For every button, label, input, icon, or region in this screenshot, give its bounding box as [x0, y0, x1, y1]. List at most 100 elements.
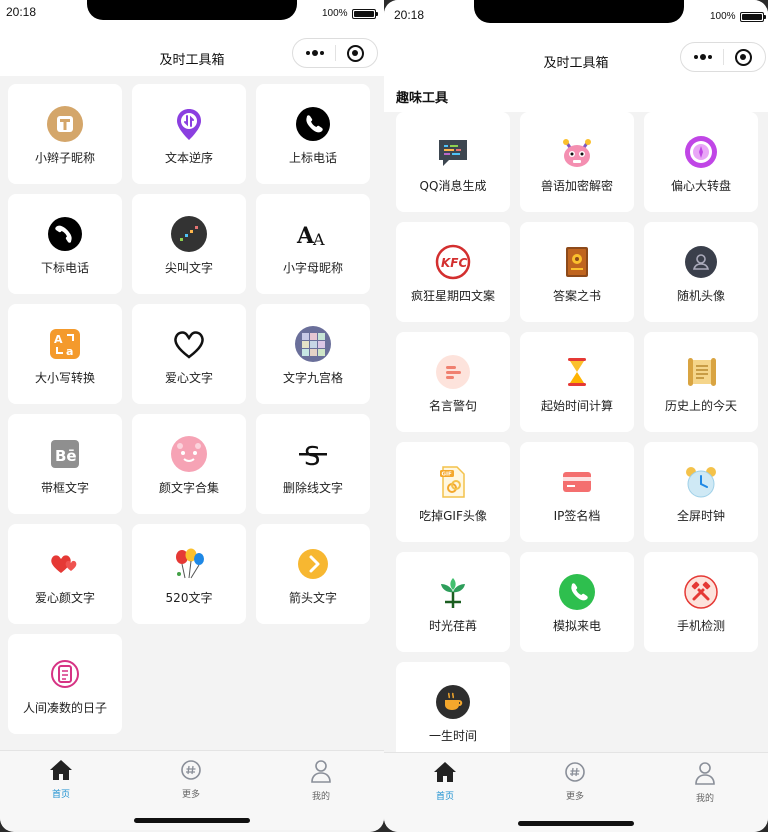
close-target-button[interactable]: [346, 44, 364, 62]
tool-card[interactable]: 历史上的今天: [644, 332, 758, 432]
tool-label: 兽语加密解密: [540, 179, 613, 193]
tab-label: 首页: [435, 792, 454, 802]
tool-label: 上标电话: [288, 151, 337, 165]
tool-card[interactable]: 箭头文字: [256, 524, 370, 624]
status-bar: 20:18 100%: [384, 0, 768, 30]
tool-card[interactable]: QQ消息生成: [396, 112, 510, 212]
svg-text:A: A: [312, 230, 325, 249]
tool-grid: QQ消息生成 兽语加密解密 偏心大转盘 KFC 疯狂星期四文案 答案之书 随机头像名言警句 起…: [384, 112, 768, 762]
incoming-call-icon: [559, 574, 595, 610]
tool-label: 模拟来电: [552, 619, 601, 633]
phone-screen-home: 20:18 100% 及时工具箱 小辫子昵称 文本逆序 上标电话 下标电话 尖叫文字 A A…: [0, 0, 384, 832]
tool-card[interactable]: 颜文字合集: [132, 414, 246, 514]
tool-card[interactable]: 随机头像: [644, 222, 758, 322]
more-dots-button[interactable]: [694, 54, 713, 60]
tool-label: 历史上的今天: [664, 399, 737, 413]
battery-icon: [739, 11, 766, 22]
tool-card[interactable]: 名言警句: [396, 332, 510, 432]
gif-file-icon: GIF: [435, 464, 471, 500]
heart-outline-icon: [171, 326, 207, 362]
tool-card[interactable]: 文本逆序: [132, 84, 246, 184]
battery-percent: 100%: [322, 8, 348, 19]
tool-card[interactable]: 小辫子昵称: [8, 84, 122, 184]
tool-grid-area: 趣味工具 QQ消息生成 兽语加密解密 偏心大转盘 KFC 疯狂星期四文案 答案之书 随机头像…: [384, 78, 768, 762]
phone-screen-fun-tools: 20:18 100% 及时工具箱 趣味工具 QQ消息生成 兽语加密解密 偏心大转盘 K…: [384, 0, 768, 832]
tool-card[interactable]: 起始时间计算: [520, 332, 634, 432]
tab-home[interactable]: 首页: [400, 761, 490, 802]
svg-text:S: S: [304, 442, 321, 472]
avatar-icon: [683, 244, 719, 280]
close-target-button[interactable]: [734, 48, 752, 66]
tool-card[interactable]: 爱心文字: [132, 304, 246, 404]
book-icon: [559, 244, 595, 280]
quote-lines-icon: [435, 354, 471, 390]
svg-text:KFC: KFC: [441, 256, 467, 270]
tool-label: 全屏时钟: [676, 509, 725, 523]
small-letters-icon: AA: [295, 216, 331, 252]
tool-card[interactable]: 上标电话: [256, 84, 370, 184]
more-dots-button[interactable]: [306, 50, 325, 56]
tool-card[interactable]: 爱心颜文字: [8, 524, 122, 624]
svg-text:a: a: [66, 345, 73, 358]
T-badge-icon: [47, 106, 83, 142]
tab-profile[interactable]: 我的: [660, 761, 750, 804]
home-icon: [49, 759, 73, 785]
tab-more[interactable]: 更多: [530, 761, 620, 802]
tab-bar: 首页 更多 我的: [384, 752, 768, 832]
tool-card[interactable]: 答案之书: [520, 222, 634, 322]
reverse-pin-icon: [171, 106, 207, 142]
scroll-icon: [683, 354, 719, 390]
tab-more[interactable]: 更多: [146, 759, 236, 800]
tool-label: 文本逆序: [164, 151, 213, 165]
beast-face-icon: [559, 134, 595, 170]
kaomoji-icon: [171, 436, 207, 472]
tool-label: 吃掉GIF头像: [419, 509, 487, 523]
tool-label: 颜文字合集: [158, 481, 219, 495]
tool-card[interactable]: 时光荏苒: [396, 552, 510, 652]
tool-label: 带框文字: [40, 481, 89, 495]
tool-card[interactable]: GIF 吃掉GIF头像: [396, 442, 510, 542]
tool-card[interactable]: Aa 大小写转换: [8, 304, 122, 404]
tool-label: 爱心颜文字: [34, 591, 95, 605]
home-icon: [433, 761, 457, 787]
home-indicator: [134, 818, 250, 823]
tool-label: 时光荏苒: [428, 619, 477, 633]
tool-label: 大小写转换: [34, 371, 95, 385]
tool-label: 一生时间: [428, 729, 477, 743]
tab-profile[interactable]: 我的: [276, 759, 366, 802]
tool-label: 手机检测: [676, 619, 725, 633]
tools-icon: [683, 574, 719, 610]
tool-card[interactable]: 全屏时钟: [644, 442, 758, 542]
tab-home[interactable]: 首页: [16, 759, 106, 800]
hourglass-icon: [559, 354, 595, 390]
tool-card[interactable]: 520文字: [132, 524, 246, 624]
tool-card[interactable]: 偏心大转盘: [644, 112, 758, 212]
tool-label: 小辫子昵称: [34, 151, 95, 165]
tool-card[interactable]: 人间凑数的日子: [8, 634, 122, 734]
shout-text-icon: [171, 216, 207, 252]
tool-card[interactable]: 下标电话: [8, 194, 122, 294]
tool-card[interactable]: A A 小字母昵称: [256, 194, 370, 294]
tool-label: 小字母昵称: [282, 261, 343, 275]
tool-card[interactable]: 手机检测: [644, 552, 758, 652]
tool-card[interactable]: 尖叫文字: [132, 194, 246, 294]
tool-card[interactable]: IP签名档: [520, 442, 634, 542]
tool-card[interactable]: S 删除线文字: [256, 414, 370, 514]
card-icon: [559, 464, 595, 500]
tool-card[interactable]: 模拟来电: [520, 552, 634, 652]
tool-grid: 小辫子昵称 文本逆序 上标电话 下标电话 尖叫文字 A A 小字母昵称 Aa 大小写转换 爱心文字文…: [0, 84, 384, 734]
battery-indicator: 100%: [710, 11, 766, 22]
battery-percent: 100%: [710, 11, 736, 22]
svg-text:A: A: [54, 333, 63, 346]
tool-card[interactable]: 兽语加密解密: [520, 112, 634, 212]
tool-card[interactable]: KFC 疯狂星期四文案: [396, 222, 510, 322]
more-icon: [564, 761, 586, 787]
svg-text:GIF: GIF: [442, 472, 453, 478]
battery-indicator: 100%: [322, 8, 378, 19]
tool-card[interactable]: 文字九宫格: [256, 304, 370, 404]
tool-card[interactable]: 一生时间: [396, 662, 510, 762]
calendar-note-icon: [47, 656, 83, 692]
profile-icon: [694, 761, 716, 789]
tool-card[interactable]: Bē 带框文字: [8, 414, 122, 514]
tool-label: 尖叫文字: [164, 261, 213, 275]
